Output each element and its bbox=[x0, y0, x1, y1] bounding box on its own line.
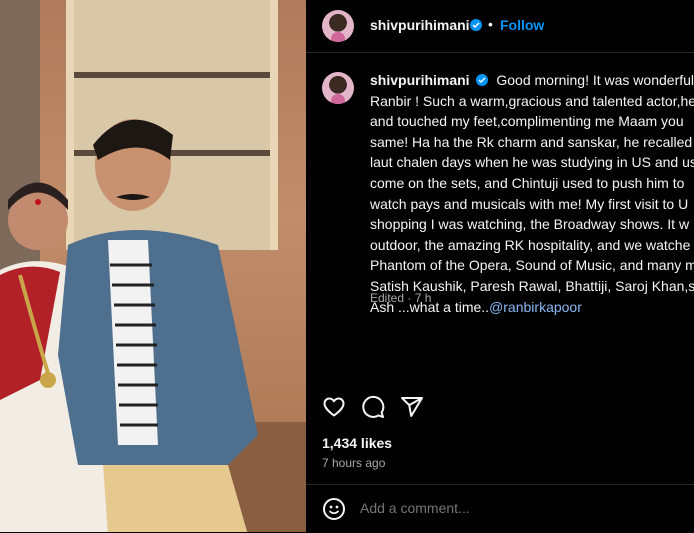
mention-link[interactable]: @ranbirkapoor bbox=[489, 299, 582, 315]
caption-line: shopping I was watching, the Broadway sh… bbox=[370, 216, 690, 233]
caption-line: and touched my feet,complimenting me Maa… bbox=[370, 113, 684, 130]
post-actions bbox=[306, 390, 694, 424]
verified-badge-icon bbox=[470, 19, 482, 31]
verified-badge-icon bbox=[476, 74, 489, 86]
caption-line: watch pays and musicals with me! My firs… bbox=[370, 195, 689, 212]
author-username[interactable]: shivpurihimani bbox=[370, 17, 470, 33]
edited-timestamp: Edited · 7 h bbox=[370, 291, 432, 305]
post-photo[interactable] bbox=[0, 0, 306, 532]
caption-line: Ranbir ! Such a warm,gracious and talent… bbox=[370, 92, 694, 109]
post-details-panel: shivpurihimani • Follow shivpurihimani G… bbox=[306, 0, 694, 532]
caption-line: come on the sets, and Chintuji used to p… bbox=[370, 174, 685, 191]
follow-button[interactable]: Follow bbox=[500, 17, 544, 33]
caption-line: Phantom of the Opera, Sound of Music, an… bbox=[370, 257, 694, 274]
caption-username[interactable]: shivpurihimani bbox=[370, 72, 470, 88]
comment-bar bbox=[306, 484, 694, 533]
share-icon[interactable] bbox=[400, 395, 424, 424]
likes-count[interactable]: 1,434 likes bbox=[322, 435, 392, 451]
comment-icon[interactable] bbox=[361, 395, 385, 424]
author-avatar[interactable] bbox=[322, 10, 354, 42]
post-header: shivpurihimani • Follow bbox=[306, 0, 694, 53]
caption-line-1: shivpurihimani Good morning! It was wond… bbox=[370, 70, 694, 91]
caption-line: laut chalen days when he was studying in… bbox=[370, 154, 694, 171]
heart-icon[interactable] bbox=[322, 395, 346, 424]
photo-person-man bbox=[58, 119, 258, 532]
post-caption: shivpurihimani Good morning! It was wond… bbox=[370, 70, 694, 317]
header-separator: • bbox=[488, 16, 493, 32]
caption-line: outdoor, the amazing RK hospitality, and… bbox=[370, 236, 691, 253]
caption-author-avatar[interactable] bbox=[322, 72, 354, 104]
post-time[interactable]: 7 hours ago bbox=[322, 456, 385, 470]
comment-input[interactable] bbox=[360, 500, 660, 516]
caption-text: Good morning! It was wonderful m bbox=[496, 72, 694, 88]
emoji-icon[interactable] bbox=[322, 497, 346, 526]
post-modal: shivpurihimani • Follow shivpurihimani G… bbox=[0, 0, 694, 532]
caption-line: same! Ha ha the Rk charm and sanskar, he… bbox=[370, 133, 693, 150]
